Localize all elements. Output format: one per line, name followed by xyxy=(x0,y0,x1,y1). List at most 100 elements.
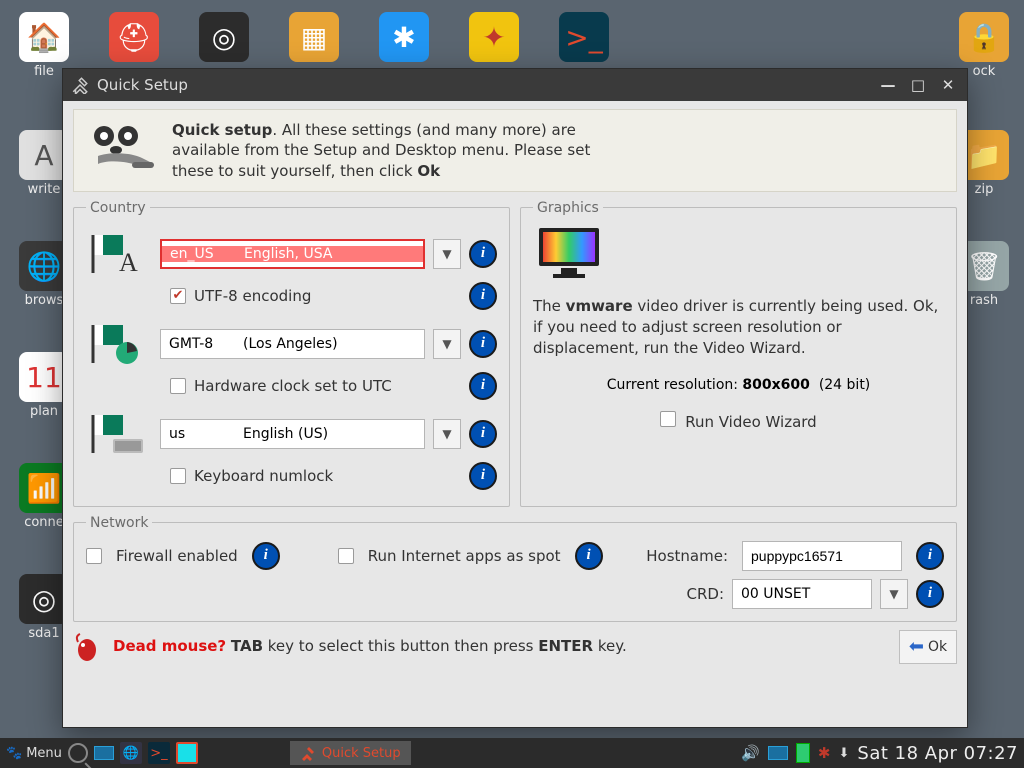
desktop-icon-label: rash xyxy=(970,293,998,308)
hwclock-checkbox[interactable] xyxy=(170,378,186,394)
hostname-label: Hostname: xyxy=(646,547,728,565)
taskbar-app-button[interactable]: Quick Setup xyxy=(290,741,411,765)
app-icon: ⛑ xyxy=(109,12,159,62)
hostname-info-button[interactable]: i xyxy=(916,542,944,570)
graphics-group: Graphics The vmware video driver is curr… xyxy=(520,200,957,507)
tools-icon xyxy=(71,76,89,94)
spot-label: Run Internet apps as spot xyxy=(368,547,561,565)
app-icon: ▦ xyxy=(289,12,339,62)
crd-label: CRD: xyxy=(687,585,725,603)
numlock-info-button[interactable]: i xyxy=(469,462,497,490)
desktop-icon-label: write xyxy=(28,182,61,197)
menu-button[interactable]: 🐾 Menu xyxy=(6,746,62,761)
app-icon: 🏠 xyxy=(19,12,69,62)
close-button[interactable]: ✕ xyxy=(937,76,959,94)
intro-text: Quick setup. All these settings (and man… xyxy=(172,120,592,181)
quick-setup-window: Quick Setup — □ ✕ Quick setup. All these… xyxy=(62,68,968,728)
arrow-left-icon: ⬅ xyxy=(909,638,924,656)
app-icon: >_ xyxy=(559,12,609,62)
crd-select[interactable]: 00 UNSET xyxy=(732,579,872,609)
network-group: Network Firewall enabled i Run Internet … xyxy=(73,515,957,622)
battery-icon[interactable] xyxy=(796,743,810,763)
utf8-info-button[interactable]: i xyxy=(469,282,497,310)
desktop-icon-label: sda1 xyxy=(28,626,59,641)
locale-info-button[interactable]: i xyxy=(469,240,497,268)
flag-tz-icon xyxy=(86,320,152,368)
crd-value: 00 UNSET xyxy=(733,586,871,602)
flag-locale-icon: A xyxy=(86,230,152,278)
browser-tray-icon[interactable]: 🌐 xyxy=(120,742,142,764)
firewall-tray-icon[interactable]: ✱ xyxy=(818,744,831,762)
window-title: Quick Setup xyxy=(97,76,869,94)
show-desktop-icon[interactable] xyxy=(94,746,114,760)
taskbar: 🐾 Menu 🌐 >_ Quick Setup 🔊 ✱ ⬇ Sat 18 Apr… xyxy=(0,738,1024,768)
ok-button-label: Ok xyxy=(928,639,947,655)
app-icon: ✱ xyxy=(379,12,429,62)
svg-text:A: A xyxy=(119,248,138,277)
kb-label: English (US) xyxy=(235,426,424,442)
network-legend: Network xyxy=(86,515,152,531)
desktop-icon-label: file xyxy=(34,64,54,79)
tools-icon xyxy=(300,745,316,761)
tz-select[interactable]: GMT-8 (Los Angeles) xyxy=(160,329,425,359)
ok-button[interactable]: ⬅ Ok xyxy=(899,630,957,664)
search-icon[interactable] xyxy=(68,743,88,763)
workspace-icon[interactable] xyxy=(768,746,788,760)
numlock-checkbox[interactable] xyxy=(170,468,186,484)
spot-info-button[interactable]: i xyxy=(575,542,603,570)
numlock-label: Keyboard numlock xyxy=(194,467,333,485)
titlebar[interactable]: Quick Setup — □ ✕ xyxy=(63,69,967,101)
locale-dropdown-caret[interactable]: ▼ xyxy=(433,239,461,269)
tz-label: (Los Angeles) xyxy=(235,336,424,352)
locale-select[interactable]: en_US English, USA xyxy=(160,239,425,269)
desktop-lock-label: ock xyxy=(973,64,996,79)
terminal-tray-icon[interactable]: >_ xyxy=(148,742,170,764)
updates-icon[interactable]: ⬇ xyxy=(838,746,849,761)
hostname-input[interactable] xyxy=(742,541,902,571)
tz-info-button[interactable]: i xyxy=(469,330,497,358)
minimize-button[interactable]: — xyxy=(877,76,899,94)
app-icon: ◎ xyxy=(199,12,249,62)
active-window-icon[interactable] xyxy=(176,742,198,764)
volume-icon[interactable]: 🔊 xyxy=(741,744,760,762)
monitor-icon xyxy=(537,226,601,280)
taskbar-app-label: Quick Setup xyxy=(322,746,401,761)
video-wizard-label: Run Video Wizard xyxy=(685,413,816,431)
firewall-info-button[interactable]: i xyxy=(252,542,280,570)
video-wizard-checkbox[interactable] xyxy=(660,411,676,427)
crd-info-button[interactable]: i xyxy=(916,580,944,608)
mouse-icon xyxy=(73,632,103,662)
graphics-text: The vmware video driver is currently bei… xyxy=(533,296,944,359)
firewall-label: Firewall enabled xyxy=(116,547,238,565)
graphics-resolution: Current resolution: 800x600 (24 bit) xyxy=(533,377,944,393)
puppy-wrench-icon xyxy=(88,120,158,180)
maximize-button[interactable]: □ xyxy=(907,76,929,94)
kb-code: us xyxy=(161,426,235,442)
flag-kb-icon xyxy=(86,410,152,458)
paw-icon: 🐾 xyxy=(6,746,22,761)
firewall-checkbox[interactable] xyxy=(86,548,102,564)
spot-checkbox[interactable] xyxy=(338,548,354,564)
tz-code: GMT-8 xyxy=(161,336,235,352)
clock[interactable]: Sat 18 Apr 07:27 xyxy=(857,743,1018,764)
crd-dropdown-caret[interactable]: ▼ xyxy=(880,579,908,609)
locale-label: English, USA xyxy=(236,246,423,262)
desktop-icon-label: conne xyxy=(24,515,64,530)
menu-label: Menu xyxy=(26,746,62,761)
locale-code: en_US xyxy=(162,246,236,262)
intro-banner: Quick setup. All these settings (and man… xyxy=(73,109,957,192)
kb-dropdown-caret[interactable]: ▼ xyxy=(433,419,461,449)
app-icon: ✦ xyxy=(469,12,519,62)
kb-select[interactable]: us English (US) xyxy=(160,419,425,449)
graphics-legend: Graphics xyxy=(533,200,603,216)
desktop-icon-label: zip xyxy=(975,182,994,197)
hwclock-label: Hardware clock set to UTC xyxy=(194,377,392,395)
utf8-label: UTF-8 encoding xyxy=(194,287,311,305)
desktop-icon-label: plan xyxy=(30,404,58,419)
country-legend: Country xyxy=(86,200,150,216)
kb-info-button[interactable]: i xyxy=(469,420,497,448)
tz-dropdown-caret[interactable]: ▼ xyxy=(433,329,461,359)
hwclock-info-button[interactable]: i xyxy=(469,372,497,400)
lock-icon: 🔒 xyxy=(959,12,1009,62)
utf8-checkbox[interactable]: ✔ xyxy=(170,288,186,304)
